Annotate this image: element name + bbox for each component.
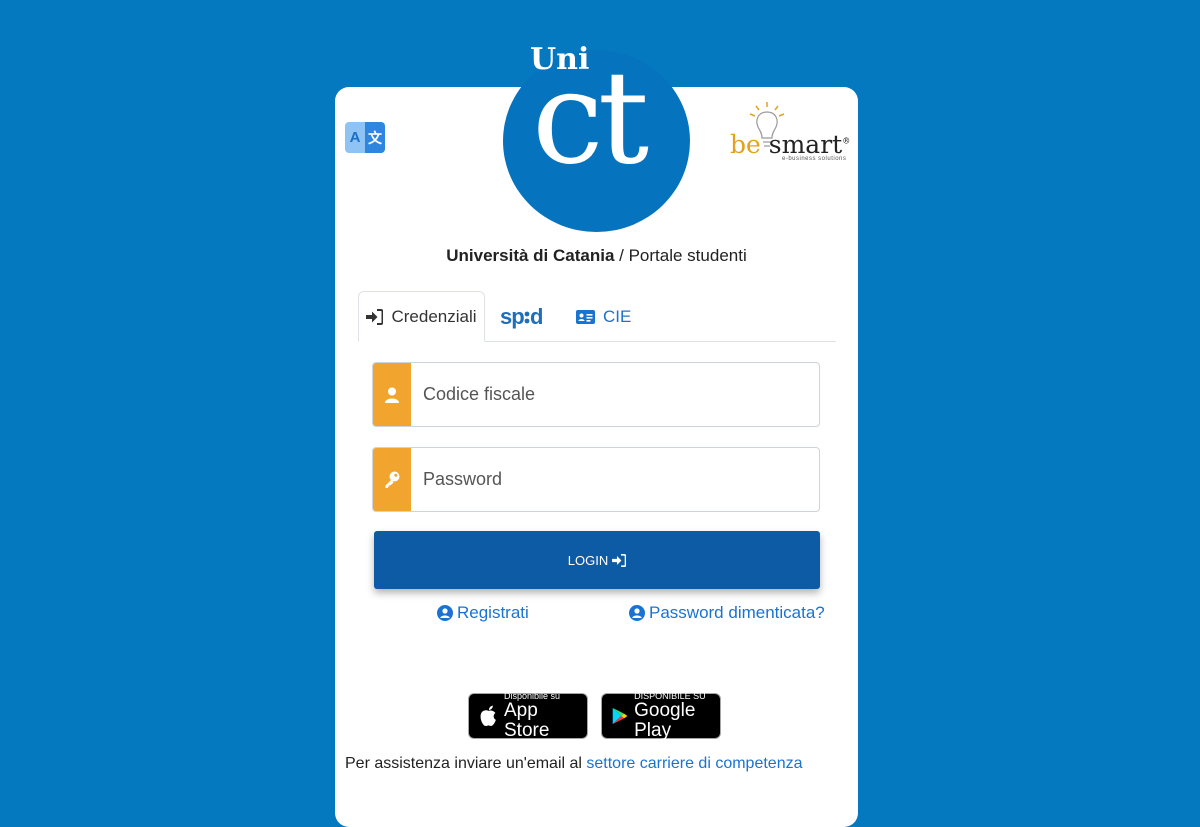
besmart-logo: be smart® e-business solutions — [730, 98, 850, 166]
svg-text:sp: sp — [500, 304, 524, 329]
google-play-badge[interactable]: DISPONIBILE SU Google Play — [601, 691, 721, 741]
tab-spid[interactable]: sp d — [500, 300, 546, 334]
translate-letter: A — [345, 122, 365, 153]
tab-credenziali[interactable]: Credenziali — [358, 291, 485, 342]
user-icon — [385, 387, 399, 403]
register-link[interactable]: Registrati — [437, 603, 529, 623]
sign-in-icon — [612, 553, 627, 567]
user-circle-icon — [629, 605, 645, 621]
forgot-password-link[interactable]: Password dimenticata? — [629, 603, 825, 623]
logo-ct-text: ct — [532, 44, 649, 193]
tab-cie[interactable]: CIE — [576, 300, 631, 334]
key-icon — [385, 471, 400, 488]
app-store-big: App Store — [504, 699, 550, 741]
google-play-icon — [612, 707, 628, 725]
google-play-text: DISPONIBILE SU Google Play — [634, 691, 710, 741]
password-addon — [373, 448, 411, 511]
register-label: Registrati — [457, 603, 529, 622]
title-separator: / — [614, 246, 629, 265]
id-card-icon — [576, 310, 595, 324]
app-store-text: Disponibile su App Store — [504, 691, 577, 741]
translate-icon: 文 — [365, 122, 385, 153]
portal-name: Portale studenti — [628, 246, 747, 265]
page-title: Università di Catania / Portale studenti — [335, 246, 858, 266]
forgot-password-label: Password dimenticata? — [649, 603, 825, 622]
translate-button[interactable]: A 文 — [345, 122, 385, 153]
user-circle-icon — [437, 605, 453, 621]
codice-fiscale-addon — [373, 363, 411, 426]
sign-in-icon — [366, 308, 384, 325]
apple-icon — [480, 705, 496, 726]
assistance-text: Per assistenza inviare un'email al setto… — [345, 755, 803, 773]
login-button[interactable]: LOGIN — [374, 531, 820, 589]
codice-fiscale-input[interactable] — [411, 363, 819, 426]
password-input[interactable] — [411, 448, 819, 511]
tab-credenziali-label: Credenziali — [391, 306, 477, 326]
spid-logo: sp d — [500, 304, 543, 329]
svg-text:d: d — [530, 304, 543, 329]
besmart-tagline: e-business solutions — [782, 156, 847, 162]
login-label: LOGIN — [567, 552, 609, 568]
codice-fiscale-group — [372, 362, 820, 427]
university-name: Università di Catania — [446, 246, 615, 265]
password-group — [372, 447, 820, 512]
besmart-wordmark: be smart® — [730, 130, 851, 159]
google-play-big: Google Play — [634, 699, 696, 741]
app-store-badge[interactable]: Disponibile su App Store — [468, 691, 588, 741]
assistance-link[interactable]: settore carriere di competenza — [586, 755, 802, 772]
tab-cie-label: CIE — [603, 307, 632, 326]
assistance-label: Per assistenza inviare un'email al — [345, 755, 587, 772]
